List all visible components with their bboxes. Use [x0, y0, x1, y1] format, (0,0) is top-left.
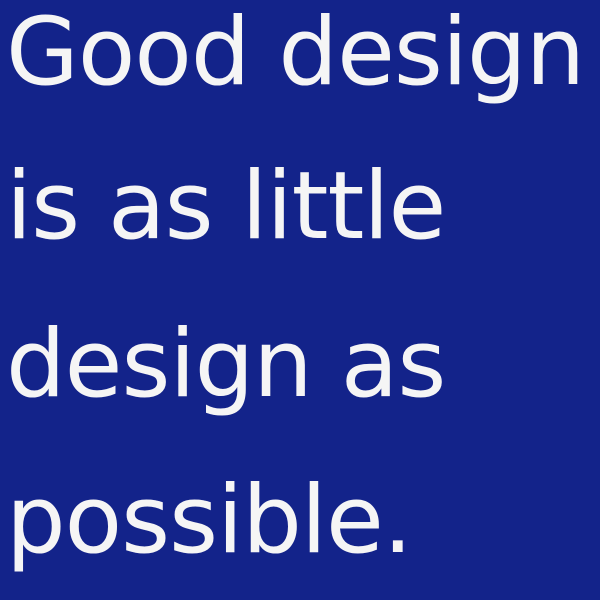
quote-line-1: Good design	[6, 0, 585, 107]
quote-line-3: design as	[6, 310, 446, 419]
quote-line-2: is as little	[6, 152, 446, 261]
quote-line-4: possible.	[6, 466, 413, 575]
